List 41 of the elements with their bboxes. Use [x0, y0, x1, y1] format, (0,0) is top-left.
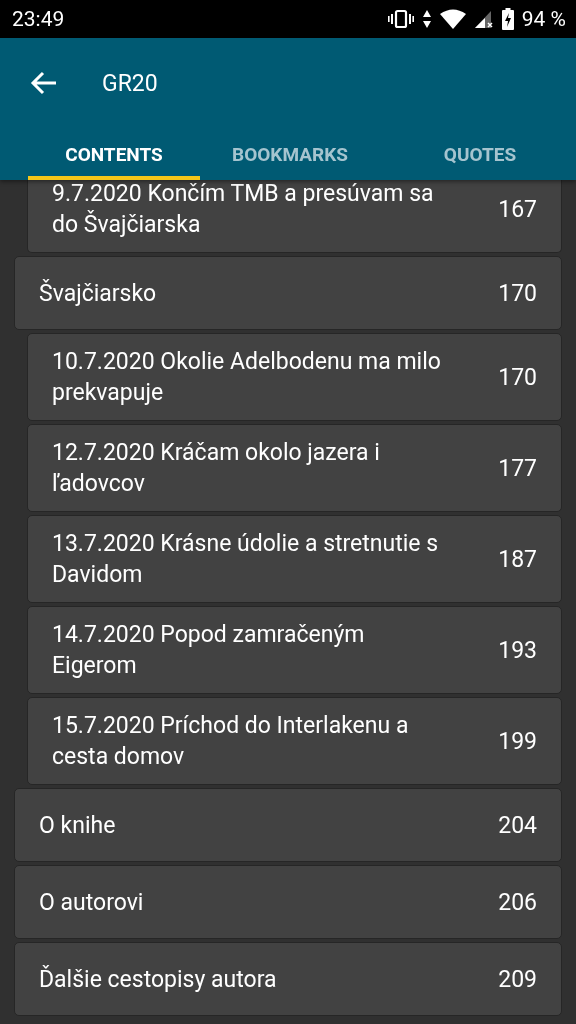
chapter-title: O knihe — [39, 810, 117, 841]
chapter-title: O autorovi — [39, 887, 145, 918]
chapter-item[interactable]: 9.7.2020 Končím TMB a presúvam sa do Švajčiarska 167 — [27, 178, 562, 253]
page-number: 206 — [498, 887, 537, 918]
page-number: 193 — [498, 635, 537, 666]
tab[interactable]: QUOTES — [400, 128, 560, 180]
page-number: 170 — [498, 362, 537, 393]
chapter-title: 12.7.2020 Kráčam okolo jazera i ľadovcov — [52, 438, 381, 499]
chapter-item[interactable]: 10.7.2020 Okolie Adelbodenu ma milo prekvapuje 170 — [27, 333, 562, 421]
data-arrows-icon — [421, 9, 432, 29]
wifi-icon — [439, 9, 466, 29]
chapter-item[interactable]: 15.7.2020 Príchod do Interlakenu a cesta domov 199 — [27, 697, 562, 785]
page-number: 170 — [498, 278, 537, 309]
vibrate-icon — [387, 9, 414, 29]
chapter-title: 10.7.2020 Okolie Adelbodenu ma milo prekvapuje — [52, 347, 442, 408]
page-number: 187 — [498, 544, 537, 575]
app-title: GR20 — [102, 69, 158, 97]
chapter-item[interactable]: 12.7.2020 Kráčam okolo jazera i ľadovcov 177 — [27, 424, 562, 512]
page-number: 177 — [498, 453, 537, 484]
chapter-title: 14.7.2020 Popod zamračeným Eigerom — [52, 620, 366, 681]
tab[interactable]: BOOKMARKS — [200, 128, 380, 180]
chapter-title: Švajčiarsko — [39, 278, 158, 309]
chapter-title: 9.7.2020 Končím TMB a presúvam sa do Švajčiarska — [52, 179, 435, 240]
battery-icon — [501, 8, 514, 30]
back-arrow-icon[interactable] — [30, 71, 58, 95]
chapter-title: Ďalšie cestopisy autora — [39, 964, 278, 995]
chapter-item[interactable]: Ďalšie cestopisy autora 209 — [14, 942, 562, 1016]
page-number: 167 — [498, 194, 537, 225]
chapter-item[interactable]: O knihe 204 — [14, 788, 562, 862]
chapter-item[interactable]: O autorovi 206 — [14, 865, 562, 939]
page-number: 209 — [498, 964, 537, 995]
clock: 23:49 — [12, 7, 65, 31]
page-number: 204 — [498, 810, 537, 841]
page-number: 199 — [498, 726, 537, 757]
signal-icon — [473, 9, 494, 29]
chapter-item[interactable]: Švajčiarsko 170 — [14, 256, 562, 330]
chapter-title: 13.7.2020 Krásne údolie a stretnutie s Davidom — [52, 529, 440, 590]
chapter-title: 15.7.2020 Príchod do Interlakenu a cesta domov — [52, 711, 410, 772]
battery-percentage: 94 % — [521, 7, 566, 31]
chapter-item[interactable]: 14.7.2020 Popod zamračeným Eigerom 193 — [27, 606, 562, 694]
chapter-item[interactable]: 13.7.2020 Krásne údolie a stretnutie s Davidom 187 — [27, 515, 562, 603]
